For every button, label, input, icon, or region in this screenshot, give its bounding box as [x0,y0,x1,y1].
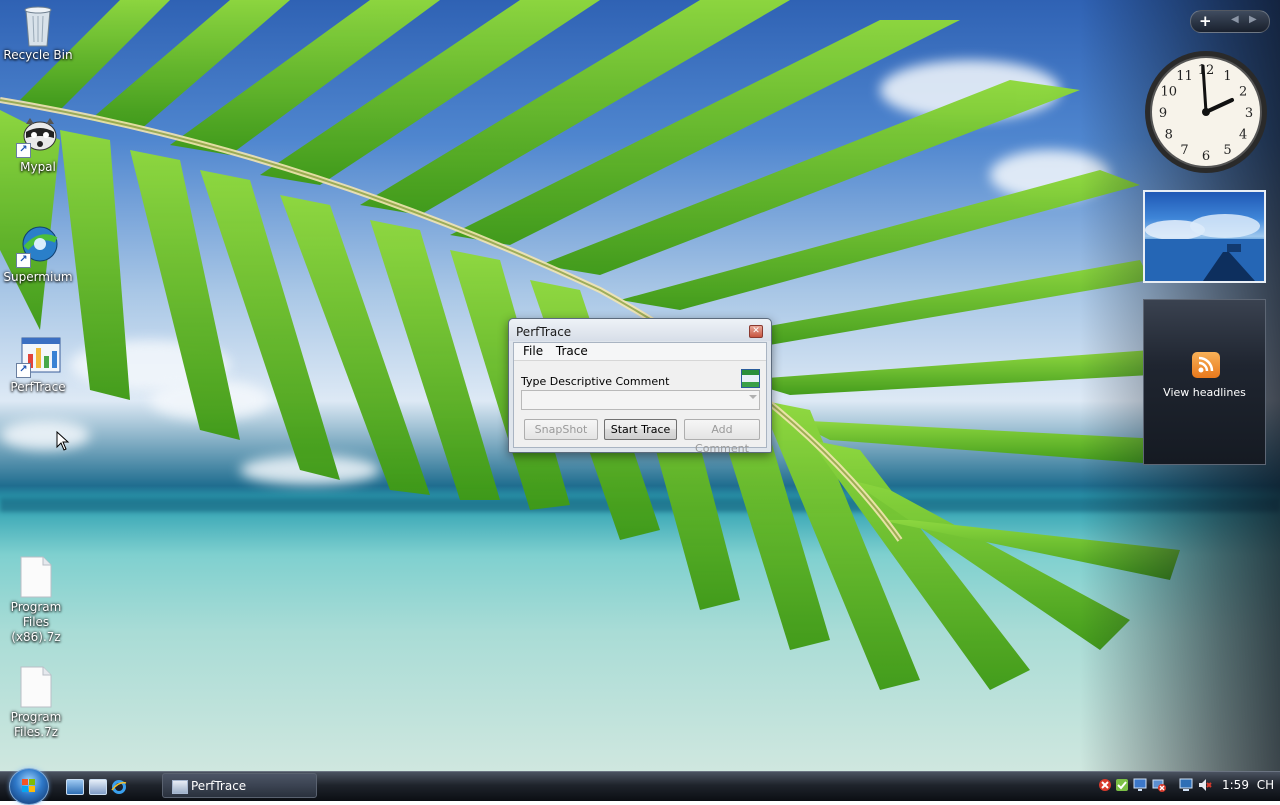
tray-network-disconnected-icon[interactable] [1152,778,1166,792]
previous-arrow-icon[interactable]: ◀ [1231,14,1239,25]
desktop-icon-perftrace[interactable]: ↗ PerfTrace [0,336,76,395]
taskbar-clock[interactable]: 1:59 CH [1222,772,1274,798]
show-desktop-icon[interactable] [66,779,84,795]
taskbar-item-perftrace[interactable]: PerfTrace [162,773,317,798]
clock-numeral: 1 [1223,69,1231,84]
desktop-icon-program-files-7z[interactable]: Program Files.7z [0,666,74,740]
shortcut-arrow-icon: ↗ [16,363,31,378]
blank-file-icon [16,666,56,708]
shortcut-arrow-icon: ↗ [16,143,31,158]
supermium-globe-icon: ↗ [16,226,58,268]
tray-network-icon[interactable] [1133,778,1147,792]
next-arrow-icon[interactable]: ▶ [1249,14,1257,25]
clock-numeral: 9 [1159,106,1167,121]
desktop-icon-mypal[interactable]: ↗ Mypal [0,116,76,175]
close-button[interactable]: ✕ [749,325,763,338]
desktop-icon-label: Program Files (x86).7z [10,600,62,644]
recycle-bin-icon [18,4,58,47]
start-trace-button[interactable]: Start Trace [604,419,677,440]
window-body: File Trace Type Descriptive Comment Snap… [513,342,767,455]
desktop-icon-label: Supermium [3,270,73,284]
mypal-raccoon-icon: ↗ [16,116,58,158]
desktop-icon-program-files-x86-7z[interactable]: Program Files (x86).7z [0,556,74,645]
internet-explorer-icon[interactable] [111,779,127,794]
window-titlebar[interactable]: PerfTrace ✕ [509,319,771,341]
perftrace-app-icon [172,780,188,794]
taskbar-language: CH [1256,778,1275,792]
shortcut-arrow-icon: ↗ [16,253,31,268]
tray-volume-muted-icon[interactable] [1198,778,1212,792]
desktop-icon-label: Program Files.7z [10,710,62,739]
clock-numeral: 3 [1245,106,1253,121]
tray-security-alert-icon[interactable] [1098,778,1112,792]
clock-numeral: 12 [1198,63,1215,78]
mouse-cursor-icon [56,431,70,451]
clock-numeral: 7 [1180,143,1188,158]
clock-numeral: 2 [1239,85,1247,100]
blank-file-icon [16,556,56,598]
tray-update-icon[interactable] [1115,778,1129,792]
desktop-icon-label: PerfTrace [10,380,66,394]
desktop-icon-label: Mypal [20,160,56,174]
taskbar-item-label: PerfTrace [191,779,247,793]
comment-window-icon[interactable] [741,369,760,388]
comment-combobox[interactable] [521,390,760,410]
add-comment-button[interactable]: Add Comment [684,419,760,455]
desktop-icon-recycle-bin[interactable]: Recycle Bin [0,4,76,63]
chevron-down-icon[interactable] [749,395,757,399]
add-gadget-button[interactable]: + [1199,12,1212,30]
menu-bar: File Trace [514,343,766,361]
clock-numeral: 6 [1202,149,1210,164]
rss-feed-icon [1192,352,1220,378]
view-headlines-label[interactable]: View headlines [1144,386,1265,399]
taskbar-time: 1:59 [1222,778,1249,792]
slideshow-image [1145,214,1264,281]
clock-numeral: 8 [1165,128,1173,143]
clock-numeral: 5 [1223,143,1231,158]
clock-numeral: 11 [1176,69,1193,84]
desktop-icon-supermium[interactable]: ↗ Supermium [0,226,76,285]
switch-windows-icon[interactable] [89,779,107,795]
clock-gadget[interactable]: 12 12 3 45678 9 1011 [1143,49,1269,175]
perftrace-app-icon: ↗ [16,336,61,378]
start-button[interactable] [9,768,49,805]
tray-display-icon[interactable] [1179,778,1193,792]
snapshot-button[interactable]: SnapShot [524,419,598,440]
menu-trace[interactable]: Trace [553,343,594,360]
windows-logo-icon [22,779,35,792]
window-title: PerfTrace [516,325,572,339]
clock-numeral: 4 [1239,128,1247,143]
sidebar-controls: + ◀ ▶ [1190,10,1270,33]
perftrace-window: PerfTrace ✕ File Trace Type Descriptive … [508,318,772,455]
slideshow-gadget[interactable] [1143,190,1266,283]
clock-numeral: 10 [1161,85,1178,100]
menu-file[interactable]: File [520,343,549,360]
desktop-icon-label: Recycle Bin [3,48,73,62]
comment-label: Type Descriptive Comment [521,375,670,388]
taskbar: PerfTrace 1:59 CH [0,768,1280,805]
feed-headlines-gadget[interactable]: View headlines [1143,299,1266,465]
